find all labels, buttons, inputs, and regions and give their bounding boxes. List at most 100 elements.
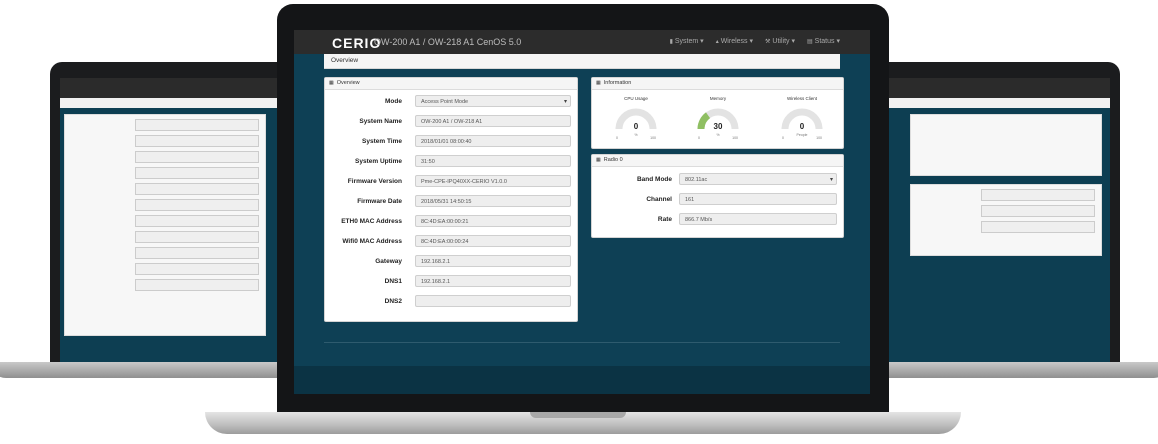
field-value: 161 <box>679 193 837 205</box>
menu-utility[interactable]: ⚒ Utility ▾ <box>765 37 795 45</box>
field-value: 8C:4D:EA:00:00:21 <box>415 215 571 227</box>
panel <box>910 184 1102 256</box>
main-laptop-notch <box>530 412 626 418</box>
radio-row: Channel 161 <box>592 193 844 207</box>
panel-title: Overview <box>336 80 360 86</box>
gauge-value: 0 <box>799 122 805 131</box>
gauge: Memory 30 0% 100 <box>688 96 748 144</box>
field-label: Mode <box>385 98 402 105</box>
gauge-unit: % <box>716 133 720 137</box>
product-title: OW-200 A1 / OW-218 A1 CenOS 5.0 <box>374 37 522 47</box>
field-value: 2018/05/31 14:50:15 <box>415 195 571 207</box>
overview-panel: ▦Overview Mode Access Point Mode System Na… <box>324 77 578 322</box>
gauge-value: 30 <box>713 122 723 131</box>
mode-select[interactable]: Access Point Mode <box>415 95 571 108</box>
bottom-bar <box>294 366 870 394</box>
panel-header: ▦ Information <box>592 78 843 90</box>
overview-row: Gateway 192.168.2.1 <box>325 255 577 269</box>
field-label: System Time <box>362 138 402 145</box>
laptop-screen <box>880 78 1110 364</box>
field-label: Firmware Date <box>357 198 402 205</box>
main-screen: CERIO OW-200 A1 / OW-218 A1 CenOS 5.0 ▮ S… <box>294 30 870 394</box>
gauge: CPU Usage 0 0% 100 <box>606 96 666 144</box>
field-label: System Name <box>359 118 402 125</box>
overview-row: DNS1 192.168.2.1 <box>325 275 577 289</box>
radio-panel: ▦Radio 0 Band Mode 802.11ac Channel 161 Rate… <box>591 154 844 238</box>
menu-label: System <box>674 38 699 45</box>
menu-label: Utility <box>772 38 790 45</box>
table-icon: ▦ <box>596 157 601 163</box>
menu-system[interactable]: ▮ System ▾ <box>670 37 704 45</box>
laptop-screen <box>60 78 290 364</box>
table-icon: ▦ <box>329 80 334 86</box>
overview-row: Mode Access Point Mode <box>325 95 577 109</box>
field-label: Rate <box>657 216 672 223</box>
field-label: Firmware Version <box>347 178 402 185</box>
overview-row: DNS2 <box>325 295 577 309</box>
overview-row: System Name OW-200 A1 / OW-218 A1 <box>325 115 577 129</box>
field-value: OW-200 A1 / OW-218 A1 <box>415 115 571 127</box>
gauge-title: CPU Usage <box>624 96 648 101</box>
gauge-value: 0 <box>633 122 639 131</box>
gauge-unit: People <box>796 133 808 137</box>
field-value: 192.168.2.1 <box>415 275 571 287</box>
panel-title: Information <box>603 80 632 86</box>
gauge-max: 100 <box>816 136 822 140</box>
breadcrumb: Overview <box>324 54 840 69</box>
field-value: Pme-CPE-IPQ40XX-CERIO V1.0.0 <box>415 175 571 187</box>
field-label: ETH0 MAC Address <box>341 218 402 225</box>
topbar <box>880 78 1110 98</box>
gauge-max: 100 <box>650 136 656 140</box>
overview-row: ETH0 MAC Address 8C:4D:EA:00:00:21 <box>325 215 577 229</box>
field-label: DNS1 <box>384 278 402 285</box>
gauge: Wireless Client 0 0 People 100 <box>772 96 832 144</box>
footer-divider <box>324 342 840 343</box>
chart-icon: ▤ <box>807 39 813 45</box>
field-value: 31:50 <box>415 155 571 167</box>
panel <box>64 114 266 336</box>
overview-row: System Uptime 31:50 <box>325 155 577 169</box>
main-menu: ▮ System ▾ ▴ Wireless ▾ ⚒ Utility ▾ ▤ Status… <box>670 37 840 45</box>
field-value: 866.7 Mb/s <box>679 213 837 225</box>
laptop-lid <box>50 62 300 364</box>
gauge-max: 100 <box>732 136 738 140</box>
topbar <box>60 78 290 98</box>
gauge-title: Wireless Client <box>786 96 817 101</box>
breadcrumb <box>60 98 290 108</box>
radio-row: Band Mode 802.11ac <box>592 173 844 187</box>
field-value: 192.168.2.1 <box>415 255 571 267</box>
menu-status[interactable]: ▤ Status ▾ <box>807 37 840 45</box>
breadcrumb-label: Overview <box>331 57 359 64</box>
menu-label: Wireless <box>720 38 748 45</box>
topbar: CERIO OW-200 A1 / OW-218 A1 CenOS 5.0 ▮ S… <box>294 30 870 54</box>
overview-row: Wifi0 MAC Address 8C:4D:EA:00:00:24 <box>325 235 577 249</box>
laptop-lid <box>870 62 1120 364</box>
breadcrumb <box>880 98 1110 108</box>
overview-row: Firmware Date 2018/05/31 14:50:15 <box>325 195 577 209</box>
gauge-title: Memory <box>709 96 727 101</box>
field-label: Wifi0 MAC Address <box>342 238 402 245</box>
field-label: System Uptime <box>355 158 402 165</box>
field-label: DNS2 <box>384 298 402 305</box>
panel-header: ▦ Radio 0 <box>592 155 843 167</box>
menu-wireless[interactable]: ▴ Wireless ▾ <box>716 37 753 45</box>
overview-row: Firmware Version Pme-CPE-IPQ40XX-CERIO V1… <box>325 175 577 189</box>
band-mode-select[interactable]: 802.11ac <box>679 173 837 186</box>
field-label: Gateway <box>375 258 402 265</box>
table-icon: ▦ <box>596 80 601 86</box>
wrench-icon: ⚒ <box>765 39 771 45</box>
field-value <box>415 295 571 307</box>
panel-title: Radio 0 <box>603 157 623 163</box>
panel-header: ▦ Overview <box>325 78 577 90</box>
menu-label: Status <box>814 38 835 45</box>
signal-icon: ▴ <box>715 39 719 45</box>
information-panel: ▦ Information CPU Usage 0 0% 100 Memory 30 0% 10… <box>591 77 844 149</box>
field-label: Band Mode <box>636 176 672 183</box>
overview-row: System Time 2018/01/01 08:00:40 <box>325 135 577 149</box>
panel <box>910 114 1102 176</box>
gauge-unit: % <box>634 133 638 137</box>
field-value: 2018/01/01 08:00:40 <box>415 135 571 147</box>
field-label: Channel <box>646 196 672 203</box>
radio-row: Rate 866.7 Mb/s <box>592 213 844 227</box>
field-value: 8C:4D:EA:00:00:24 <box>415 235 571 247</box>
